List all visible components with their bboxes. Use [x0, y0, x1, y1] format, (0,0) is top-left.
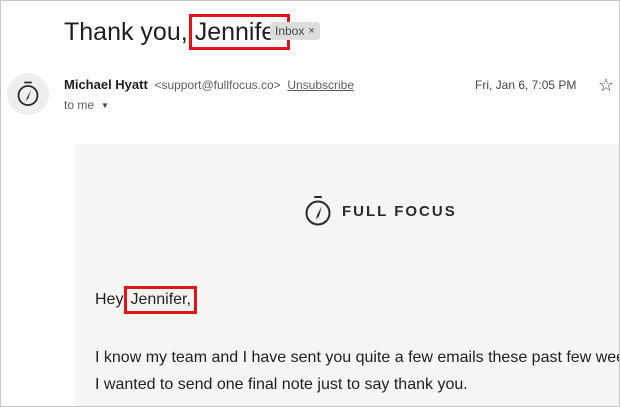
caret-down-icon[interactable]: ▼ — [101, 101, 109, 110]
compass-icon — [17, 81, 39, 106]
sender-avatar[interactable] — [7, 73, 49, 115]
email-view: Thank you, Jennifer Inbox × Michael Hyatt… — [0, 0, 620, 407]
greeting-name-highlight: Jennifer, — [124, 286, 197, 314]
body-paragraph: I know my team and I have sent you quite… — [95, 344, 620, 398]
inbox-label-chip[interactable]: Inbox × — [270, 22, 320, 40]
brand-logo: FULL FOCUS — [305, 195, 457, 227]
sender-name[interactable]: Michael Hyatt — [64, 77, 148, 92]
remove-label-icon[interactable]: × — [308, 22, 314, 40]
unsubscribe-link[interactable]: Unsubscribe — [287, 78, 354, 92]
recipient-text: to me — [64, 98, 95, 112]
recipient-details[interactable]: to me ▼ — [64, 98, 109, 112]
email-subject: Thank you, Jennifer — [64, 14, 290, 50]
body-line-1: I know my team and I have sent you quite… — [95, 349, 620, 366]
star-icon[interactable]: ☆ — [598, 75, 614, 95]
body-line-2: I wanted to send one final note just to … — [95, 376, 468, 393]
email-date: Fri, Jan 6, 7:05 PM — [475, 78, 577, 92]
greeting-prefix: Hey — [95, 291, 124, 308]
subject-prefix: Thank you, — [64, 18, 188, 46]
sender-email: <support@fullfocus.co> — [154, 78, 281, 92]
sender-line: Michael Hyatt <support@fullfocus.co> Uns… — [64, 77, 354, 92]
compass-icon — [305, 196, 331, 226]
greeting-line: Hey Jennifer, — [95, 286, 197, 314]
inbox-label-text: Inbox — [275, 24, 305, 38]
email-body: FULL FOCUS Hey Jennifer, I know my team a… — [75, 144, 620, 406]
brand-name: FULL FOCUS — [342, 202, 457, 220]
